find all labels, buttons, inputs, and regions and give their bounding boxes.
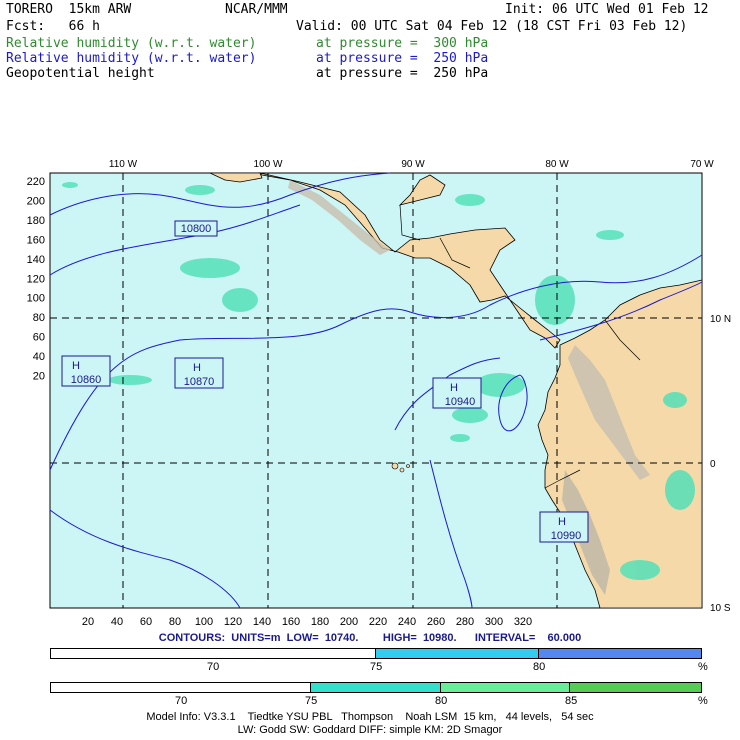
colorbar1-tick: 75	[370, 661, 383, 673]
contour-label-text: 10800	[181, 223, 212, 235]
svg-text:H: H	[558, 516, 566, 528]
latitude-labels: 10 N 0 10 S	[710, 314, 731, 614]
colorbar-segment	[311, 683, 441, 692]
y-tick-label: 200	[27, 195, 45, 207]
svg-text:10860: 10860	[71, 374, 102, 386]
lon-label: 90 W	[401, 159, 425, 170]
x-tick-label: 80	[169, 616, 181, 628]
colorbar1-unit: %	[698, 661, 708, 673]
svg-text:10870: 10870	[184, 376, 215, 388]
y-axis-ticks: 220 200 180 160 140 120 100 80 60 40 20	[27, 176, 45, 383]
x-tick-label: 180	[311, 616, 329, 628]
svg-text:H: H	[450, 382, 458, 394]
lon-label: 70 W	[690, 159, 714, 170]
svg-text:H: H	[72, 360, 80, 372]
galapagos-island	[391, 462, 399, 470]
high-pressure-3: H 10940	[432, 377, 482, 409]
lon-label: 100 W	[254, 159, 283, 170]
colorbar-segment	[538, 649, 701, 658]
y-tick-label: 40	[33, 351, 45, 363]
galapagos-island-3	[406, 464, 410, 468]
lon-label: 110 W	[109, 159, 138, 170]
galapagos-island-2	[399, 467, 405, 473]
x-tick-label: 200	[340, 616, 358, 628]
lon-label: 80 W	[545, 159, 569, 170]
x-tick-label: 160	[282, 616, 300, 628]
y-tick-label: 160	[27, 234, 45, 246]
colorbar1-tick: 80	[533, 661, 546, 673]
x-tick-label: 260	[427, 616, 445, 628]
rh-250-colorbar	[50, 648, 702, 659]
colorbar-segment	[570, 683, 702, 692]
y-tick-label: 20	[33, 371, 45, 383]
rh-300-colorbar	[50, 682, 702, 693]
x-tick-label: 320	[514, 616, 532, 628]
contour-label-10800: 10800	[174, 220, 218, 237]
model-info-line1: Model Info: V3.3.1 Tiedtke YSU PBL Thomp…	[146, 711, 594, 723]
x-tick-label: 100	[195, 616, 213, 628]
colorbar2-tick: 75	[305, 695, 318, 707]
y-tick-label: 140	[27, 254, 45, 266]
x-axis-ticks: 20 40 60 80 100 120 140 160 180 200 220 240 260 280 30…	[82, 616, 532, 628]
model-info-line2: LW: Godd SW: Goddard DIFF: simple KM: 2D…	[237, 724, 503, 736]
lat-label: 10 N	[710, 314, 731, 325]
contour-info: CONTOURS: UNITS=m LOW= 10740. HIGH= 1098…	[158, 632, 582, 644]
x-tick-label: 20	[82, 616, 94, 628]
colorbar-segment	[440, 683, 571, 692]
colorbar1-tick: 70	[207, 661, 220, 673]
colorbar2-unit: %	[698, 695, 708, 707]
colorbar2-tick: 80	[435, 695, 448, 707]
svg-text:10940: 10940	[445, 396, 476, 408]
y-tick-label: 60	[33, 332, 45, 344]
x-tick-label: 140	[253, 616, 271, 628]
y-tick-label: 80	[33, 312, 45, 324]
lat-label: 10 S	[710, 603, 731, 614]
high-pressure-1: H 10860	[61, 355, 111, 387]
x-tick-label: 60	[140, 616, 152, 628]
colorbar2-tick: 70	[175, 695, 188, 707]
lat-label: 0	[710, 459, 716, 470]
svg-text:10990: 10990	[551, 530, 582, 542]
y-tick-label: 120	[27, 273, 45, 285]
colorbar-segment	[51, 683, 312, 692]
y-tick-label: 180	[27, 215, 45, 227]
forecast-map: 10800 H 10860 H 10870 H 10940 H 10990 11…	[27, 159, 731, 628]
x-tick-label: 220	[369, 616, 387, 628]
x-tick-label: 240	[398, 616, 416, 628]
x-tick-label: 120	[224, 616, 242, 628]
svg-text:H: H	[193, 362, 201, 374]
y-tick-label: 100	[27, 293, 45, 305]
colorbar-segment	[376, 649, 539, 658]
x-tick-label: 40	[111, 616, 123, 628]
y-tick-label: 220	[27, 176, 45, 188]
high-pressure-2: H 10870	[174, 357, 224, 389]
x-tick-label: 300	[485, 616, 503, 628]
x-tick-label: 280	[456, 616, 474, 628]
longitude-labels: 110 W 100 W 90 W 80 W 70 W	[109, 159, 714, 170]
colorbar2-tick: 85	[565, 695, 578, 707]
high-pressure-4: H 10990	[539, 511, 589, 543]
colorbar-segment	[51, 649, 376, 658]
